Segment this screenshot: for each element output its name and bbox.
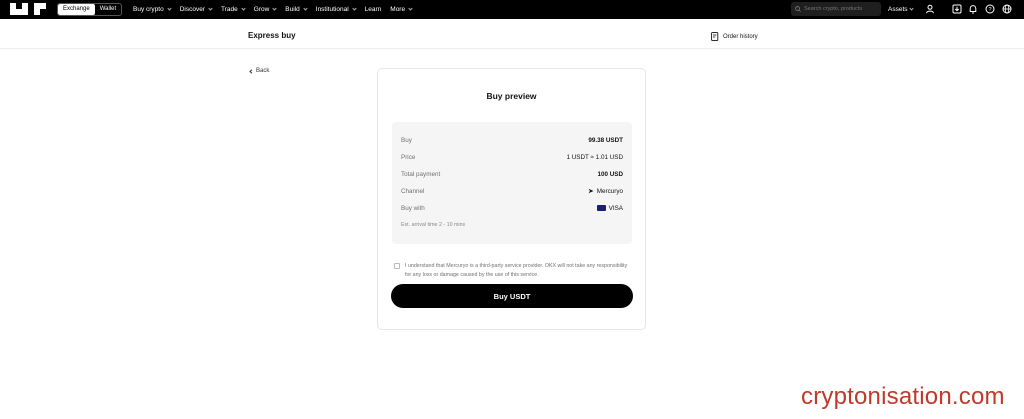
okx-logo[interactable] [10,3,46,15]
page-header: Express buy Order history [0,19,1024,49]
exchange-wallet-switch: Exchange Wallet [57,3,123,16]
nav-link-grow[interactable]: Grow [254,6,277,13]
chevron-down-icon [352,6,357,11]
chevron-down-icon [208,6,213,11]
detail-value: 100 USD [597,170,623,178]
download-icon[interactable] [952,4,962,14]
nav-link-institutional[interactable]: Institutional [315,6,357,13]
detail-row-buy-with: Buy with VISA [401,203,623,213]
nav-link-discover[interactable]: Discover [179,6,213,13]
help-icon[interactable]: ? [985,4,995,14]
detail-row-channel: Channel Mercuryo [401,186,623,196]
order-history-link[interactable]: Order history [711,32,758,41]
back-label: Back [256,68,270,74]
nav-link-label: More [390,6,406,13]
watermark-text: cryptonisation.com [801,383,1005,410]
agreement: I understand that Mercuryo is a third-pa… [394,262,634,279]
nav-link-learn[interactable]: Learn [365,6,382,13]
search-input[interactable] [804,6,879,12]
mercuryo-icon [588,188,594,194]
detail-value-wrap: Mercuryo [588,188,623,195]
user-icon[interactable] [925,4,935,14]
buy-usdt-button[interactable]: Buy USDT [391,284,633,308]
chevron-down-icon [272,6,277,11]
svg-text:?: ? [988,7,991,13]
chevron-down-icon [167,6,172,11]
nav-link-label: Institutional [315,6,349,13]
chevron-down-icon [303,6,308,11]
nav-link-label: Discover [179,6,206,13]
chevron-down-icon [241,6,246,11]
order-history-label: Order history [723,33,758,40]
detail-row-total: Total payment 100 USD [401,169,623,179]
agreement-text: I understand that Mercuryo is a third-pa… [405,263,628,278]
nav-links: Buy crypto Discover Trade Grow Build Institut… [133,0,413,19]
detail-key: Price [401,153,416,161]
detail-value-wrap: VISA [596,204,623,212]
top-navbar: Exchange Wallet Buy crypto Discover Trade G… [0,0,1024,19]
nav-link-trade[interactable]: Trade [221,6,246,13]
detail-key: Total payment [401,170,441,178]
detail-row-price: Price 1 USDT ≈ 1.01 USD [401,152,623,162]
nav-link-buy-crypto[interactable]: Buy crypto [133,6,172,13]
bell-icon[interactable] [968,4,978,14]
page-title: Express buy [248,31,296,40]
detail-value: VISA [608,204,623,212]
assets-menu[interactable]: Assets [888,0,914,19]
detail-value: 1 USDT ≈ 1.01 USD [566,153,623,161]
assets-label: Assets [888,6,908,13]
est-arrival-time: Est. arrival time 2 - 10 mins [401,222,466,228]
order-history-icon [711,32,719,41]
nav-link-build[interactable]: Build [285,6,308,13]
agreement-checkbox[interactable] [394,263,400,269]
back-link[interactable]: Back [249,68,270,74]
detail-row-buy: Buy 99.38 USDT [401,135,623,145]
nav-link-label: Trade [221,6,238,13]
detail-key: Channel [401,187,425,195]
nav-link-more[interactable]: More [390,6,413,13]
visa-card-icon [596,205,606,211]
wallet-tab[interactable]: Wallet [95,4,121,15]
nav-link-label: Grow [253,6,270,13]
chevron-left-icon [249,68,254,74]
search-box[interactable] [791,2,881,16]
nav-link-label: Build [285,6,300,13]
chevron-down-icon [408,6,413,11]
search-icon [795,6,801,12]
detail-key: Buy [401,136,412,144]
nav-link-label: Learn [364,6,382,13]
detail-key: Buy with [401,204,425,212]
exchange-tab[interactable]: Exchange [58,4,95,15]
nav-link-label: Buy crypto [133,6,164,13]
detail-value: Mercuryo [596,187,623,195]
detail-value: 99.38 USDT [588,136,623,144]
card-title: Buy preview [486,91,537,101]
globe-icon[interactable] [1002,4,1012,14]
buy-preview-card: Buy preview Buy 99.38 USDT Price 1 USDT … [377,68,646,330]
chevron-down-icon [908,6,914,11]
order-details: Buy 99.38 USDT Price 1 USDT ≈ 1.01 USD T… [392,122,632,244]
